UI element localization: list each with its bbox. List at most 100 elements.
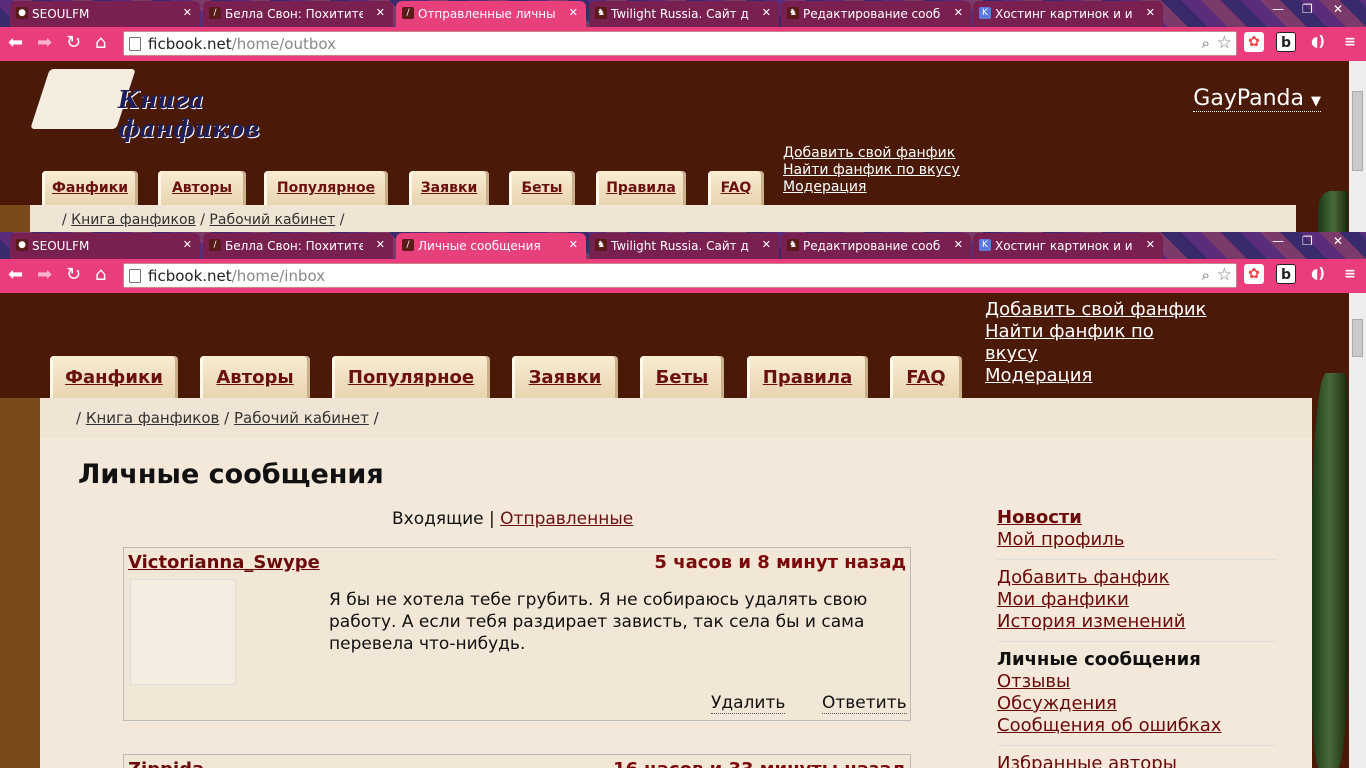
nav-tab-requests[interactable]: Заявки — [512, 356, 618, 398]
add-fanfic-link[interactable]: Добавить свой фанфик — [783, 145, 960, 162]
browser-tab-active[interactable]: / Отправленные личные ✕ — [396, 1, 586, 27]
reload-icon[interactable]: ↻ — [66, 32, 81, 54]
home-icon[interactable]: ⌂ — [95, 32, 106, 54]
browser-tab[interactable]: ♞Редактирование сообще✕ — [781, 1, 971, 27]
forward-icon[interactable]: ➡ — [37, 264, 52, 286]
message-author-link[interactable]: Victorianna_Swype — [128, 552, 320, 573]
extension-icon[interactable]: ✿ — [1244, 264, 1264, 284]
find-fanfic-link-wrap[interactable]: вкусу — [985, 343, 1206, 365]
close-icon[interactable]: ✕ — [762, 238, 771, 251]
bookmark-star-icon[interactable]: ☆ — [1217, 33, 1232, 53]
menu-icon[interactable]: ≡ — [1340, 32, 1360, 52]
scrollbar-thumb[interactable] — [1352, 91, 1363, 171]
close-icon[interactable]: ✕ — [1146, 238, 1155, 251]
restore-icon[interactable]: ❐ — [1302, 234, 1313, 248]
reply-button[interactable]: Ответить — [822, 693, 907, 714]
zoom-icon[interactable]: ⌕ — [1202, 266, 1210, 284]
add-fanfic-link[interactable]: Добавить свой фанфик — [985, 299, 1206, 321]
close-icon[interactable]: ✕ — [954, 238, 963, 251]
bookmark-star-icon[interactable]: ☆ — [1217, 265, 1232, 285]
nav-tab-betas[interactable]: Беты — [509, 171, 575, 205]
audio-extension-icon[interactable]: ◖) — [1308, 264, 1328, 284]
browser-tab[interactable]: /Белла Свон: Похитительн✕ — [203, 1, 393, 27]
breadcrumb-cabinet-link[interactable]: Рабочий кабинет — [234, 409, 369, 427]
close-icon[interactable]: ✕ — [1146, 6, 1155, 19]
close-icon[interactable]: ✕ — [183, 6, 192, 19]
menu-icon[interactable]: ≡ — [1340, 264, 1360, 284]
b-extension-icon[interactable]: b — [1276, 264, 1296, 284]
reload-icon[interactable]: ↻ — [66, 264, 81, 286]
close-icon[interactable]: ✕ — [762, 6, 771, 19]
scrollbar[interactable] — [1349, 293, 1366, 768]
close-window-icon[interactable]: ✕ — [1333, 2, 1343, 16]
scrollbar[interactable] — [1349, 61, 1366, 232]
nav-tab-popular[interactable]: Популярное — [264, 171, 388, 205]
url-input[interactable]: ficbook.net/home/inbox ⌕ ☆ — [123, 263, 1237, 288]
delete-button[interactable]: Удалить — [711, 693, 786, 714]
browser-tab[interactable]: ● SEOULFM ✕ — [10, 233, 200, 259]
close-icon[interactable]: ✕ — [954, 6, 963, 19]
browser-tab[interactable]: ♞Редактирование сообще✕ — [781, 233, 971, 259]
b-extension-icon[interactable]: b — [1276, 32, 1296, 52]
browser-tab[interactable]: KХостинг картинок и изоб✕ — [973, 233, 1163, 259]
browser-tab-active[interactable]: / Личные сообщения ✕ — [396, 233, 586, 259]
back-icon[interactable]: ⬅ — [8, 264, 23, 286]
nav-tab-fanfics[interactable]: Фанфики — [50, 356, 178, 398]
back-icon[interactable]: ⬅ — [8, 32, 23, 54]
nav-tab-betas[interactable]: Беты — [640, 356, 724, 398]
sidebar-item-add-fanfic[interactable]: Добавить фанфик — [997, 567, 1277, 589]
minimize-icon[interactable]: — — [1272, 2, 1284, 16]
moderation-link[interactable]: Модерация — [985, 365, 1206, 387]
sidebar-item-history[interactable]: История изменений — [997, 611, 1277, 633]
nav-tab-faq[interactable]: FAQ — [890, 356, 962, 398]
browser-tab[interactable]: ♞ Twilight Russia. Сайт для ✕ — [589, 1, 779, 27]
nav-tab-fanfics[interactable]: Фанфики — [42, 171, 138, 205]
nav-tab-rules[interactable]: Правила — [747, 356, 868, 398]
nav-tab-faq[interactable]: FAQ — [708, 171, 764, 205]
extension-icon[interactable]: ✿ — [1244, 32, 1264, 52]
seoulfm-icon: ● — [16, 239, 28, 251]
home-icon[interactable]: ⌂ — [95, 264, 106, 286]
sidebar-item-favorite-authors[interactable]: Избранные авторы — [997, 753, 1277, 768]
audio-extension-icon[interactable]: ◖) — [1308, 32, 1328, 52]
close-icon[interactable]: ✕ — [569, 238, 578, 251]
user-menu[interactable]: GayPanda ▼ — [1193, 86, 1321, 112]
avatar[interactable] — [130, 579, 236, 685]
nav-tab-popular[interactable]: Популярное — [332, 356, 490, 398]
restore-icon[interactable]: ❐ — [1302, 2, 1313, 16]
ficbook-icon: / — [402, 7, 414, 19]
zoom-icon[interactable]: ⌕ — [1202, 34, 1210, 52]
nav-tab-rules[interactable]: Правила — [596, 171, 686, 205]
breadcrumb-home-link[interactable]: Книга фанфиков — [71, 212, 196, 228]
forward-icon[interactable]: ➡ — [37, 32, 52, 54]
breadcrumb-cabinet-link[interactable]: Рабочий кабинет — [209, 212, 335, 228]
sidebar-item-reviews[interactable]: Отзывы — [997, 671, 1277, 693]
browser-tab[interactable]: KХостинг картинок и изоб✕ — [973, 1, 1163, 27]
sidebar-item-discussions[interactable]: Обсуждения — [997, 693, 1277, 715]
find-fanfic-link[interactable]: Найти фанфик по вкусу — [783, 162, 960, 179]
close-icon[interactable]: ✕ — [376, 6, 385, 19]
minimize-icon[interactable]: — — [1272, 234, 1284, 248]
moderation-link[interactable]: Модерация — [783, 179, 960, 196]
close-icon[interactable]: ✕ — [376, 238, 385, 251]
url-input[interactable]: ficbook.net/home/outbox ⌕ ☆ — [123, 31, 1237, 56]
close-icon[interactable]: ✕ — [183, 238, 192, 251]
sidebar-item-profile[interactable]: Мой профиль — [997, 529, 1277, 551]
sidebar-item-error-reports[interactable]: Сообщения об ошибках — [997, 715, 1277, 737]
breadcrumb-home-link[interactable]: Книга фанфиков — [86, 409, 220, 427]
sidebar-item-my-fanfics[interactable]: Мои фанфики — [997, 589, 1277, 611]
scrollbar-thumb[interactable] — [1352, 319, 1363, 357]
sidebar-item-news[interactable]: Новости — [997, 507, 1277, 529]
nav-tab-authors[interactable]: Авторы — [158, 171, 246, 205]
close-icon[interactable]: ✕ — [569, 6, 578, 19]
nav-tab-authors[interactable]: Авторы — [200, 356, 310, 398]
outbox-link[interactable]: Отправленные — [500, 509, 633, 529]
browser-tab[interactable]: ♞ Twilight Russia. Сайт для ✕ — [589, 233, 779, 259]
message-author-link[interactable]: Zippida — [128, 759, 204, 768]
nav-tab-requests[interactable]: Заявки — [409, 171, 489, 205]
close-window-icon[interactable]: ✕ — [1333, 234, 1343, 248]
find-fanfic-link[interactable]: Найти фанфик по — [985, 321, 1206, 343]
site-logo[interactable]: Книга фанфиков — [30, 69, 330, 143]
browser-tab[interactable]: /Белла Свон: Похитительн✕ — [203, 233, 393, 259]
browser-tab[interactable]: ● SEOULFM ✕ — [10, 1, 200, 27]
